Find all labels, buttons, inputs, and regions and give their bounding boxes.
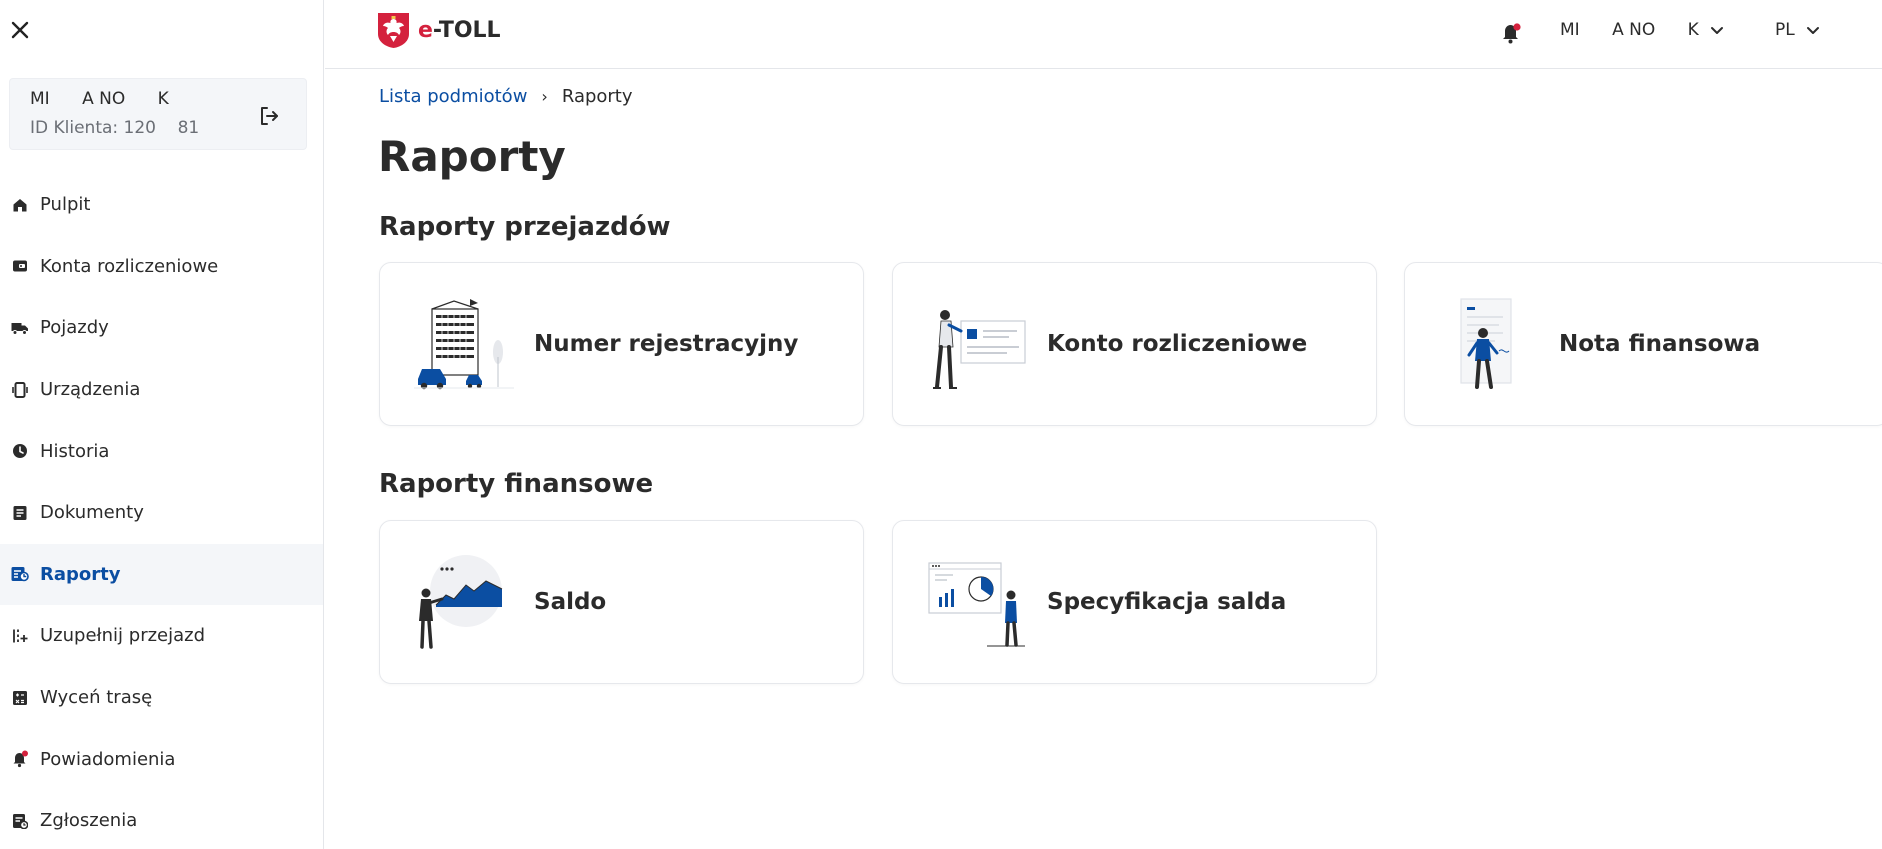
sidebar-item-label: Powiadomienia [40, 748, 176, 770]
sidebar: MI A NO K ID Klienta: 120 81 Pulpit Kont… [0, 0, 324, 849]
sidebar-item-label: Pulpit [40, 194, 91, 216]
sidebar-item-label: Konta rozliczeniowe [40, 255, 219, 277]
etoll-logo[interactable]: e-TOLL [377, 12, 501, 49]
sidebar-item-label: Wyceń trasę [40, 687, 153, 709]
sidebar-nav: Pulpit Konta rozliczeniowe Pojazdy Urząd… [0, 174, 323, 849]
report-card-konto-rozliczeniowe[interactable]: Konto rozliczeniowe [892, 262, 1377, 426]
sidebar-item-label: Historia [40, 440, 110, 462]
ticket-icon [11, 812, 29, 830]
logout-icon [261, 107, 278, 125]
chevron-down-icon [1806, 27, 1819, 34]
client-id: ID Klienta: 120 81 [30, 118, 200, 138]
user-menu-dropdown[interactable]: MI A NO K [1560, 20, 1725, 40]
notification-bell-icon [1503, 23, 1521, 44]
wallet-icon [11, 257, 29, 275]
card-label: Saldo [534, 589, 607, 615]
breadcrumb-separator-icon: › [541, 87, 548, 106]
user-card: MI A NO K ID Klienta: 120 81 [9, 78, 307, 150]
person-pointing-balance-chart-illustration-icon [419, 555, 503, 649]
logo-text-e: e [418, 18, 433, 43]
sidebar-item-historia[interactable]: Historia [0, 420, 323, 482]
section-title-raporty-przejazdow: Raporty przejazdów [379, 212, 671, 242]
sidebar-item-label: Uzupełnij przejazd [40, 625, 206, 647]
close-icon [11, 21, 29, 39]
report-card-specyfikacja-salda[interactable]: Specyfikacja salda [892, 520, 1377, 684]
poland-emblem-icon [378, 13, 409, 48]
sidebar-item-label: Dokumenty [40, 502, 144, 524]
sidebar-item-zgloszenia[interactable]: Zgłoszenia [0, 790, 323, 849]
sidebar-item-dokumenty[interactable]: Dokumenty [0, 482, 323, 544]
notifications-button[interactable] [1497, 18, 1525, 46]
section-title-raporty-finansowe: Raporty finansowe [379, 469, 654, 499]
route-complete-icon [11, 627, 29, 645]
sidebar-item-urzadzenia[interactable]: Urządzenia [0, 359, 323, 421]
logo-text-toll: -TOLL [432, 18, 501, 43]
breadcrumb-link-lista-podmiotow[interactable]: Lista podmiotów [379, 86, 527, 107]
sidebar-item-pulpit[interactable]: Pulpit [0, 174, 323, 236]
sidebar-item-powiadomienia[interactable]: Powiadomienia [0, 728, 323, 790]
card-label: Specyfikacja salda [1047, 589, 1287, 615]
person-with-dashboard-illustration-icon [928, 562, 1025, 647]
card-label: Numer rejestracyjny [534, 331, 799, 357]
card-label: Nota finansowa [1559, 331, 1761, 357]
sidebar-item-raporty[interactable]: Raporty [0, 543, 323, 606]
top-header: e-TOLL MI A NO K PL [325, 0, 1882, 69]
sidebar-item-label: Pojazdy [40, 317, 109, 339]
sidebar-item-label: Zgłoszenia [40, 810, 138, 832]
header-user-name: MI A NO K [1560, 20, 1699, 40]
language-label: PL [1775, 20, 1795, 40]
sidebar-item-label: Raporty [40, 563, 121, 585]
language-dropdown[interactable]: PL [1775, 20, 1821, 40]
sidebar-item-wycen-trase[interactable]: Wyceń trasę [0, 667, 323, 729]
report-card-numer-rejestracyjny[interactable]: Numer rejestracyjny [379, 262, 864, 426]
sidebar-item-uzupelnij-przejazd[interactable]: Uzupełnij przejazd [0, 605, 323, 667]
chevron-down-icon [1710, 27, 1723, 34]
report-card-nota-finansowa[interactable]: Nota finansowa [1404, 262, 1882, 426]
card-label: Konto rozliczeniowe [1047, 331, 1308, 357]
person-presenting-account-illustration-icon [933, 310, 1026, 389]
building-vehicles-illustration-icon [414, 299, 514, 390]
sidebar-item-konta-rozliczeniowe[interactable]: Konta rozliczeniowe [0, 236, 323, 298]
sidebar-item-pojazdy[interactable]: Pojazdy [0, 297, 323, 359]
document-icon [11, 504, 29, 522]
device-icon [11, 381, 29, 399]
bell-icon [11, 750, 29, 768]
truck-icon [11, 319, 29, 337]
user-name: MI A NO K [30, 89, 169, 109]
close-sidebar-button[interactable] [8, 18, 32, 42]
breadcrumb: Lista podmiotów › Raporty [379, 86, 633, 107]
logo-text: e-TOLL [418, 18, 501, 43]
home-icon [11, 196, 29, 214]
person-reading-document-illustration-icon [1460, 298, 1512, 389]
sidebar-item-label: Urządzenia [40, 379, 141, 401]
logout-button[interactable] [254, 101, 284, 131]
clock-icon [11, 442, 29, 460]
page-title: Raporty [378, 132, 566, 181]
report-card-saldo[interactable]: Saldo [379, 520, 864, 684]
report-icon [11, 565, 29, 583]
calculator-icon [11, 689, 29, 707]
breadcrumb-current: Raporty [561, 86, 633, 107]
